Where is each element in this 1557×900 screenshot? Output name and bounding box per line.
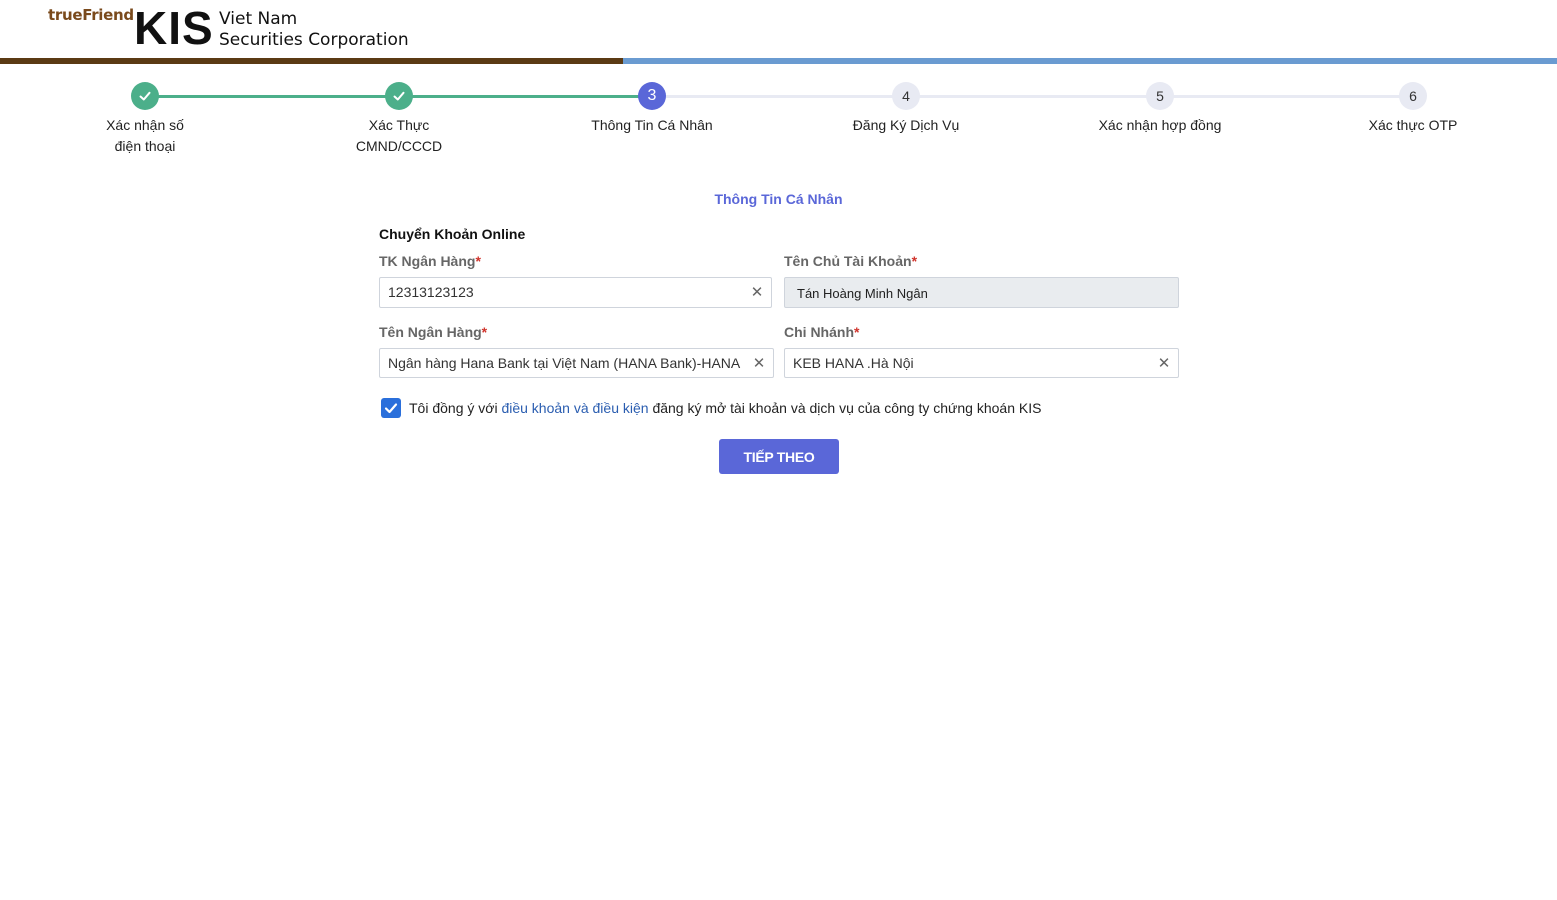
branch-label-text: Chi Nhánh xyxy=(784,324,854,340)
required-mark: * xyxy=(475,253,481,269)
section-title: Thông Tin Cá Nhân xyxy=(714,191,843,207)
terms-link[interactable]: điều khoản và điều kiện xyxy=(501,400,648,416)
step-4-number: 4 xyxy=(892,82,920,110)
bank-account-label: TK Ngân Hàng* xyxy=(379,253,481,269)
step-4: 4 Đăng Ký Dịch Vụ xyxy=(826,82,986,136)
agree-text-after: đăng ký mở tài khoản và dịch vụ của công… xyxy=(648,400,1042,416)
step-2: Xác Thực CMND/CCCD xyxy=(319,82,479,157)
account-holder-value: Tán Hoàng Minh Ngân xyxy=(797,286,928,301)
account-holder-label-text: Tên Chủ Tài Khoản xyxy=(784,253,912,269)
required-mark: * xyxy=(911,253,918,269)
step-6-label: Xác thực OTP xyxy=(1368,117,1458,133)
stepper: Xác nhận số điện thoại Xác Thực CMND/CCC… xyxy=(0,82,1557,162)
logo-text-line1: Viet Nam xyxy=(219,9,298,29)
step-5-label: Xác nhận hợp đồng xyxy=(1098,117,1222,133)
branch-select[interactable]: KEB HANA .Hà Nội ✕ xyxy=(784,348,1179,378)
bank-name-label: Tên Ngân Hàng* xyxy=(379,324,487,340)
agree-text: Tôi đồng ý với điều khoản và điều kiện đ… xyxy=(409,400,1041,416)
bank-account-label-text: TK Ngân Hàng xyxy=(379,253,476,269)
step-1-label: Xác nhận số điện thoại xyxy=(106,117,184,154)
group-title: Chuyển Khoản Online xyxy=(379,226,526,242)
step-5-number: 5 xyxy=(1146,82,1174,110)
step-1: Xác nhận số điện thoại xyxy=(65,82,225,157)
bank-name-value: Ngân hàng Hana Bank tại Việt Nam (HANA B… xyxy=(388,355,743,371)
clear-icon[interactable]: ✕ xyxy=(752,356,766,371)
branch-label: Chi Nhánh* xyxy=(784,324,859,340)
required-mark: * xyxy=(481,324,488,340)
step-3-label: Thông Tin Cá Nhân xyxy=(591,117,713,133)
bank-name-label-text: Tên Ngân Hàng xyxy=(379,324,482,340)
step-3-number: 3 xyxy=(638,82,666,110)
step-1-check-icon xyxy=(131,82,159,110)
account-holder-label: Tên Chủ Tài Khoản* xyxy=(784,253,917,269)
kis-logo: KIS xyxy=(134,2,214,54)
checkmark-icon xyxy=(384,403,398,414)
clear-icon[interactable]: ✕ xyxy=(750,285,764,300)
step-3: 3 Thông Tin Cá Nhân xyxy=(572,82,732,136)
step-6: 6 Xác thực OTP xyxy=(1333,82,1493,136)
header-progress-fill xyxy=(0,58,623,64)
stepper-line-remaining xyxy=(652,95,1413,98)
bank-account-value: 12313123123 xyxy=(388,284,474,300)
header: trueFriend KIS Viet Nam Securities Corpo… xyxy=(0,0,1557,58)
clear-icon[interactable]: ✕ xyxy=(1157,356,1171,371)
bank-name-select[interactable]: Ngân hàng Hana Bank tại Việt Nam (HANA B… xyxy=(379,348,774,378)
agree-text-before: Tôi đồng ý với xyxy=(409,400,502,416)
next-button[interactable]: TIẾP THEO xyxy=(719,439,839,474)
step-2-label: Xác Thực CMND/CCCD xyxy=(355,117,443,154)
step-6-number: 6 xyxy=(1399,82,1427,110)
required-mark: * xyxy=(854,324,860,340)
step-4-label: Đăng Ký Dịch Vụ xyxy=(852,117,960,133)
step-2-check-icon xyxy=(385,82,413,110)
header-progress-bar xyxy=(0,58,1557,64)
branch-value: KEB HANA .Hà Nội xyxy=(793,355,914,371)
logo-text-line2: Securities Corporation xyxy=(219,30,409,50)
step-5: 5 Xác nhận hợp đồng xyxy=(1080,82,1240,136)
truefriend-logo: trueFriend xyxy=(48,6,134,24)
account-holder-input: Tán Hoàng Minh Ngân xyxy=(784,277,1179,308)
agree-checkbox[interactable] xyxy=(381,398,401,418)
bank-account-input[interactable]: 12313123123 ✕ xyxy=(379,277,772,308)
